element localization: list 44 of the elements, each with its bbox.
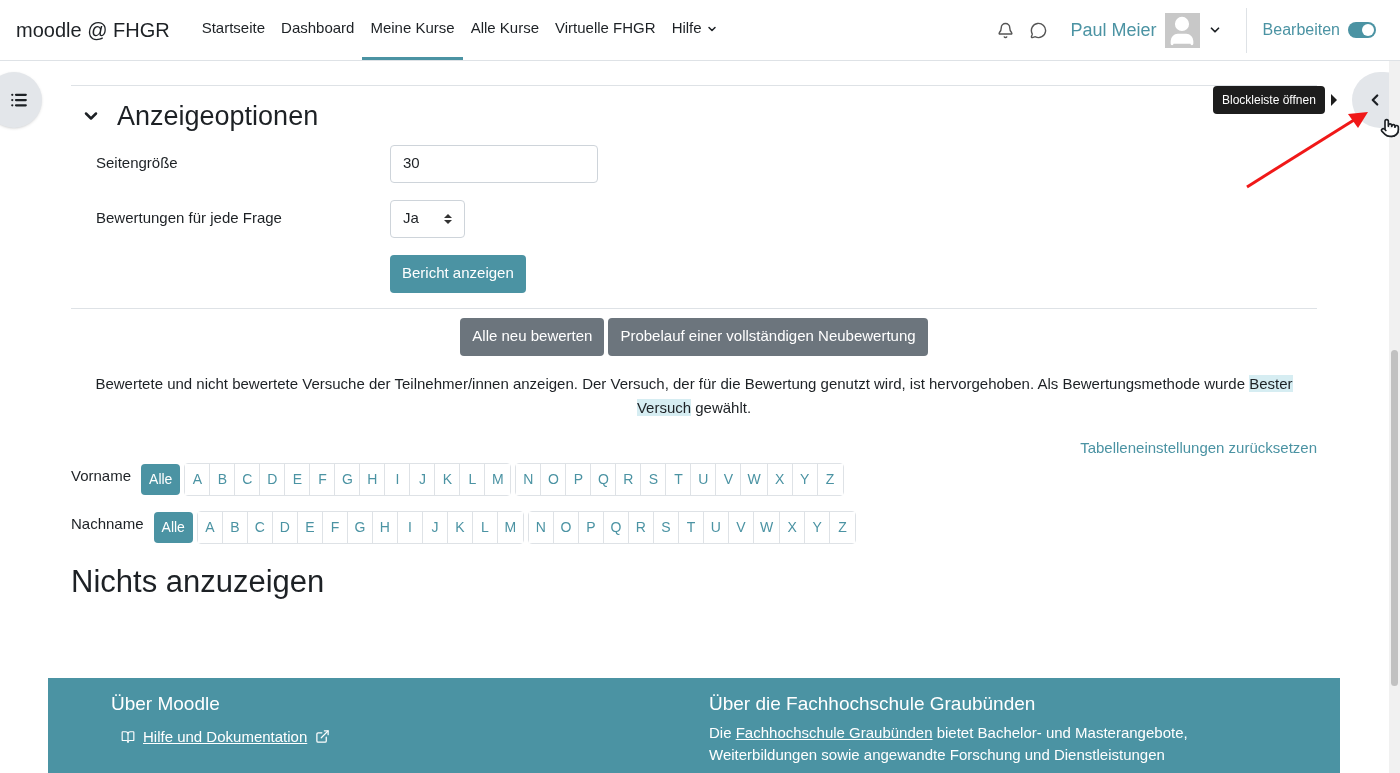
edit-mode-label: Bearbeiten <box>1262 20 1340 40</box>
list-icon <box>10 91 28 109</box>
letter-filter[interactable]: N <box>516 464 542 495</box>
letter-filter[interactable]: N <box>528 512 554 543</box>
all-letters-filter[interactable]: Alle <box>153 512 193 543</box>
sort-caret-icon <box>444 212 452 225</box>
user-name[interactable]: Paul Meier <box>1070 16 1157 44</box>
footer-text: Die Fachhochschule Graubünden bietet Bachelor- und Masterangebote, Weiterbildungen sowie angewandte Forschung und Dienstleistungen <box>709 722 1188 765</box>
nav-link[interactable]: Virtuelle FHGR <box>547 0 664 60</box>
nav-link[interactable]: Hilfe <box>663 0 726 60</box>
filter-label: Nachname <box>71 514 144 535</box>
field-label: Bewertungen für jede Frage <box>96 208 283 229</box>
help-link[interactable]: Hilfe und Dokumentation <box>143 725 308 748</box>
field-label: Seitengröße <box>96 153 179 174</box>
all-letters-filter[interactable]: Alle <box>141 464 181 495</box>
tooltip-pointer <box>1331 94 1337 106</box>
reset-table-link[interactable]: Tabelleneinstellungen zurücksetzen <box>1080 436 1317 459</box>
regrade-button[interactable]: Alle neu bewerten <box>460 317 605 356</box>
empty-message: Nichts anzuzeigen <box>71 563 326 601</box>
fhgr-link[interactable]: Fachhochschule Graubünden <box>735 723 933 741</box>
nav-link[interactable]: Startseite <box>193 0 274 60</box>
tooltip: Blockleiste öffnen <box>1213 86 1325 114</box>
external-link-icon <box>315 729 331 745</box>
footer-heading: Über Moodle <box>111 692 221 716</box>
filter-label: Vorname <box>71 466 132 487</box>
nav-link[interactable]: Dashboard <box>273 0 363 60</box>
section-title: Anzeigeoptionen <box>117 100 319 133</box>
footer-heading: Über die Fachhochschule Graubünden <box>709 692 1037 716</box>
site-brand[interactable]: moodle @ FHGR <box>16 15 170 45</box>
grades-select[interactable]: Ja <box>390 199 465 238</box>
info-text: Bewertete und nicht bewertete Versuche der Teilnehmer/innen anzeigen. Der Versuch, der für die Bewertung genutzt wird, ist hervorgehoben. Als Bewertungsmethode wurde Bester Versuch gewählt. <box>94 373 1294 418</box>
messages-icon[interactable] <box>1029 21 1047 39</box>
book-icon <box>121 729 135 744</box>
show-report-button[interactable]: Bericht anzeigen <box>390 254 526 293</box>
scrollbar-thumb[interactable] <box>1391 350 1398 686</box>
regrade-button[interactable]: Probelauf einer vollständigen Neubewertung <box>608 317 928 356</box>
nav-link[interactable]: Meine Kurse <box>362 0 463 60</box>
nav-link[interactable]: Alle Kurse <box>462 0 548 60</box>
course-index-button[interactable] <box>0 72 42 128</box>
edit-mode-switch[interactable] <box>1348 22 1376 38</box>
letter-filter[interactable]: A <box>185 464 211 495</box>
page-size-field[interactable]: 30 <box>390 144 598 183</box>
letter-filter[interactable]: A <box>197 512 223 543</box>
notifications-icon[interactable] <box>996 21 1014 39</box>
